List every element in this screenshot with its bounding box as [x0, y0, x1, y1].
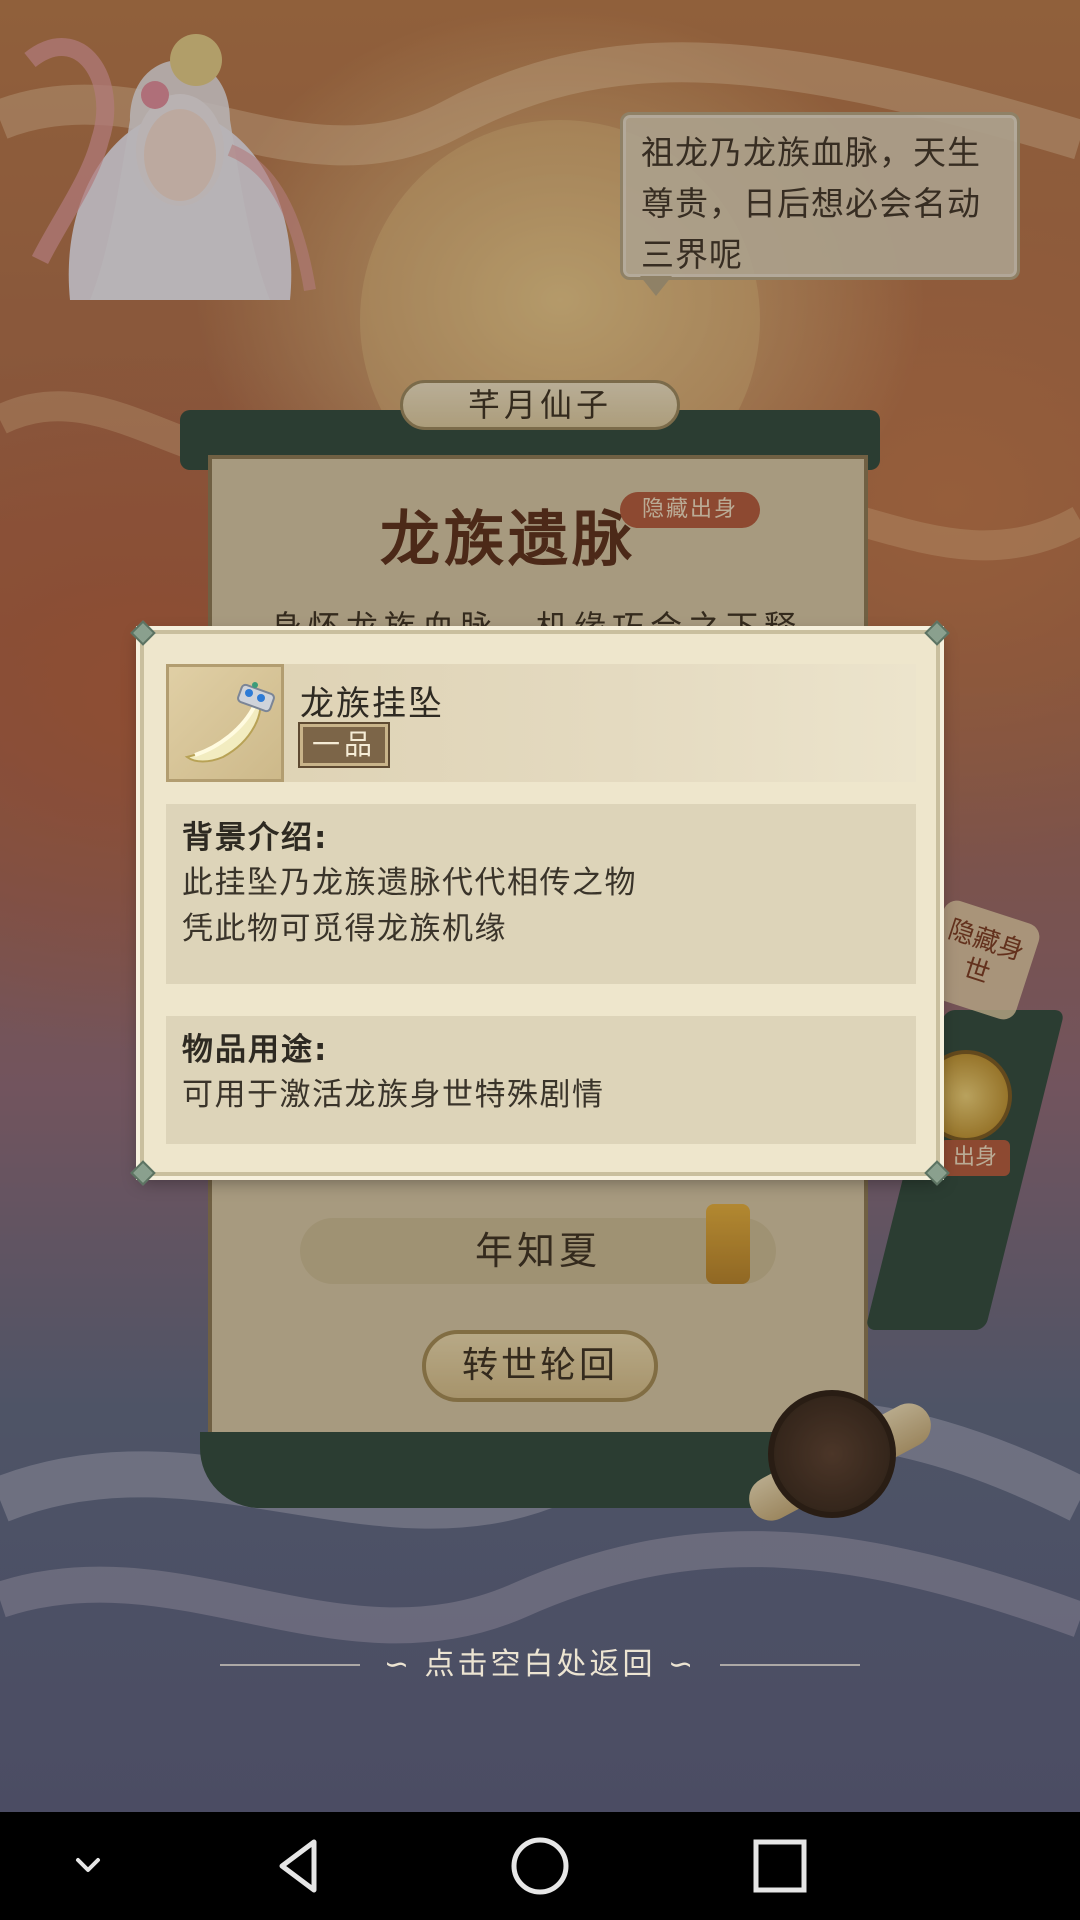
system-nav-bar [0, 1812, 1080, 1920]
game-screen: 祖龙乃龙族血脉，天生 尊贵，日后想必会名动 三界呢 芊月仙子 龙族遗脉 隐藏出身… [0, 0, 1080, 1920]
chevron-down-icon[interactable] [56, 1834, 120, 1898]
section-title: 背景介绍: [182, 820, 329, 856]
cloud-swirl-icon: ∽ [383, 1647, 412, 1682]
item-grade-badge: 一品 [300, 724, 388, 766]
dragon-tooth-pendant-icon [184, 682, 275, 763]
section-line: 此挂坠乃龙族遗脉代代相传之物 [182, 865, 637, 901]
item-header: 龙族挂坠 一品 [166, 664, 916, 782]
back-icon[interactable] [268, 1834, 332, 1898]
background-section: 背景介绍: 此挂坠乃龙族遗脉代代相传之物 凭此物可觅得龙族机缘 [166, 804, 916, 984]
section-line: 凭此物可觅得龙族机缘 [182, 911, 507, 947]
home-icon[interactable] [508, 1834, 572, 1898]
item-icon-frame [166, 664, 284, 782]
usage-section: 物品用途: 可用于激活龙族身世特殊剧情 [166, 1016, 916, 1144]
dismiss-hint-text: 点击空白处返回 [424, 1647, 656, 1682]
section-title: 物品用途: [182, 1032, 329, 1068]
item-detail-popup: 龙族挂坠 一品 背景介绍: 此挂坠乃龙族遗脉代代相传之物 凭此物可觅得龙族机缘 … [130, 620, 950, 1186]
recents-icon[interactable] [748, 1834, 812, 1898]
cloud-swirl-icon: ∽ [668, 1647, 697, 1682]
item-name: 龙族挂坠 [300, 684, 444, 724]
section-line: 可用于激活龙族身世特殊剧情 [182, 1077, 605, 1113]
dismiss-hint[interactable]: ∽ 点击空白处返回 ∽ [0, 1640, 1080, 1690]
